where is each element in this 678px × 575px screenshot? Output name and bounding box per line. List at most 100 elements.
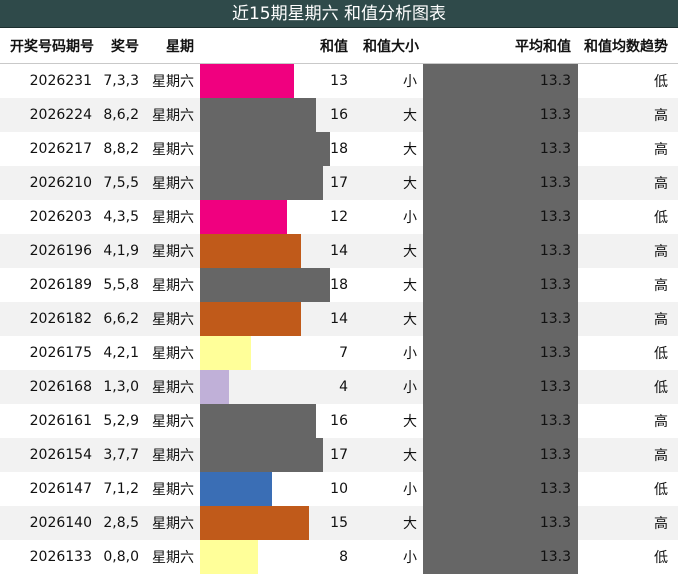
sum-value: 17 [330,447,348,463]
cell-numbers: 4,1,9 [103,243,139,259]
sum-bar [200,132,330,166]
sum-bar [200,64,294,98]
table-row[interactable]: 2026140 2,8,5 星期六 15 大 13.3 高 [0,506,678,540]
table-row[interactable]: 2026210 7,5,5 星期六 17 大 13.3 高 [0,166,678,200]
cell-trend: 高 [654,278,668,294]
cell-trend: 高 [654,448,668,464]
cell-size: 大 [403,312,417,328]
cell-avg: 13.3 [423,200,578,234]
sum-value: 16 [330,107,348,123]
cell-weekday: 星期六 [152,210,194,226]
cell-issue: 2026133 [29,549,92,565]
header-sum[interactable]: 和值 [200,36,352,56]
table-row[interactable]: 2026196 4,1,9 星期六 14 大 13.3 高 [0,234,678,268]
header-numbers[interactable]: 奖号 [96,36,144,56]
cell-size: 小 [403,482,417,498]
table-row[interactable]: 2026231 7,3,3 星期六 13 小 13.3 低 [0,64,678,98]
sum-bar [200,404,316,438]
cell-weekday: 星期六 [152,74,194,90]
chart-title: 近15期星期六 和值分析图表 [0,0,678,28]
cell-size: 小 [403,74,417,90]
avg-value: 13.3 [539,311,571,327]
cell-trend: 高 [654,244,668,260]
cell-issue: 2026217 [29,141,92,157]
cell-avg: 13.3 [423,438,578,472]
avg-value: 13.3 [539,515,571,531]
cell-weekday: 星期六 [152,448,194,464]
cell-avg: 13.3 [423,268,578,302]
cell-avg: 13.3 [423,98,578,132]
table-row[interactable]: 2026175 4,2,1 星期六 7 小 13.3 低 [0,336,678,370]
sum-value: 13 [330,73,348,89]
cell-issue: 2026196 [29,243,92,259]
header-trend[interactable]: 和值均数趋势 [578,36,678,56]
cell-weekday: 星期六 [152,176,194,192]
cell-avg: 13.3 [423,234,578,268]
cell-avg: 13.3 [423,166,578,200]
cell-weekday: 星期六 [152,516,194,532]
cell-issue: 2026224 [29,107,92,123]
sum-bar [200,472,272,506]
avg-value: 13.3 [539,481,571,497]
header-issue[interactable]: 开奖号码期号 [0,36,96,56]
table-row[interactable]: 2026161 5,2,9 星期六 16 大 13.3 高 [0,404,678,438]
cell-weekday: 星期六 [152,142,194,158]
sum-bar [200,302,301,336]
cell-size: 大 [403,278,417,294]
cell-sum: 14 [200,302,352,336]
header-size[interactable]: 和值大小 [352,36,423,56]
cell-trend: 高 [654,108,668,124]
table-row[interactable]: 2026133 0,8,0 星期六 8 小 13.3 低 [0,540,678,574]
table-row[interactable]: 2026203 4,3,5 星期六 12 小 13.3 低 [0,200,678,234]
cell-weekday: 星期六 [152,380,194,396]
table-row[interactable]: 2026147 7,1,2 星期六 10 小 13.3 低 [0,472,678,506]
sum-value: 18 [330,277,348,293]
cell-size: 小 [403,380,417,396]
cell-trend: 高 [654,312,668,328]
cell-issue: 2026203 [29,209,92,225]
sum-value: 7 [339,345,348,361]
sum-value: 14 [330,243,348,259]
header-weekday[interactable]: 星期 [144,36,200,56]
sum-value: 18 [330,141,348,157]
cell-size: 小 [403,550,417,566]
cell-numbers: 7,1,2 [103,481,139,497]
cell-weekday: 星期六 [152,244,194,260]
cell-avg: 13.3 [423,506,578,540]
cell-avg: 13.3 [423,336,578,370]
avg-value: 13.3 [539,277,571,293]
avg-value: 13.3 [539,73,571,89]
table-row[interactable]: 2026168 1,3,0 星期六 4 小 13.3 低 [0,370,678,404]
sum-value: 16 [330,413,348,429]
cell-trend: 高 [654,142,668,158]
cell-size: 大 [403,244,417,260]
header-avg[interactable]: 平均和值 [423,36,578,56]
avg-value: 13.3 [539,209,571,225]
cell-trend: 低 [654,482,668,498]
cell-issue: 2026189 [29,277,92,293]
cell-avg: 13.3 [423,370,578,404]
cell-sum: 18 [200,132,352,166]
table-row[interactable]: 2026217 8,8,2 星期六 18 大 13.3 高 [0,132,678,166]
sum-value: 15 [330,515,348,531]
cell-weekday: 星期六 [152,414,194,430]
table-row[interactable]: 2026189 5,5,8 星期六 18 大 13.3 高 [0,268,678,302]
cell-sum: 16 [200,98,352,132]
cell-numbers: 8,8,2 [103,141,139,157]
sum-bar [200,370,229,404]
sum-bar [200,200,287,234]
table-row[interactable]: 2026224 8,6,2 星期六 16 大 13.3 高 [0,98,678,132]
table-body: 2026231 7,3,3 星期六 13 小 13.3 低 2026224 8,6,2 星期六 1… [0,64,678,574]
sum-bar [200,438,323,472]
table-row[interactable]: 2026182 6,6,2 星期六 14 大 13.3 高 [0,302,678,336]
avg-value: 13.3 [539,243,571,259]
cell-numbers: 1,3,0 [103,379,139,395]
cell-numbers: 5,5,8 [103,277,139,293]
sum-value: 14 [330,311,348,327]
sum-bar [200,234,301,268]
sum-value: 17 [330,175,348,191]
cell-sum: 8 [200,540,352,574]
table-row[interactable]: 2026154 3,7,7 星期六 17 大 13.3 高 [0,438,678,472]
cell-avg: 13.3 [423,472,578,506]
cell-avg: 13.3 [423,404,578,438]
